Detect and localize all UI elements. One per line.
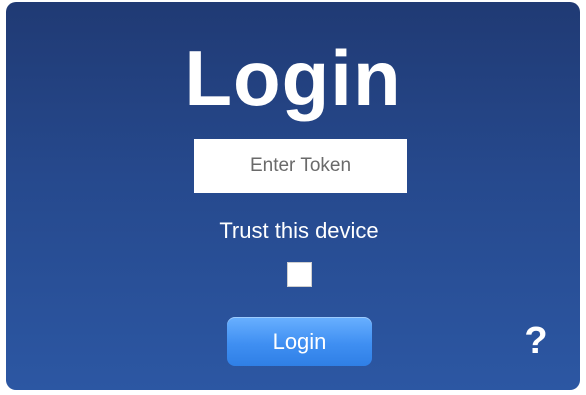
login-button[interactable]: Login [227, 317, 372, 366]
trust-device-label: Trust this device [219, 218, 379, 243]
trust-device-checkbox[interactable] [287, 262, 312, 287]
page-title: Login [184, 34, 402, 122]
token-input[interactable] [194, 139, 407, 193]
question-mark-icon[interactable]: ? [520, 318, 552, 364]
